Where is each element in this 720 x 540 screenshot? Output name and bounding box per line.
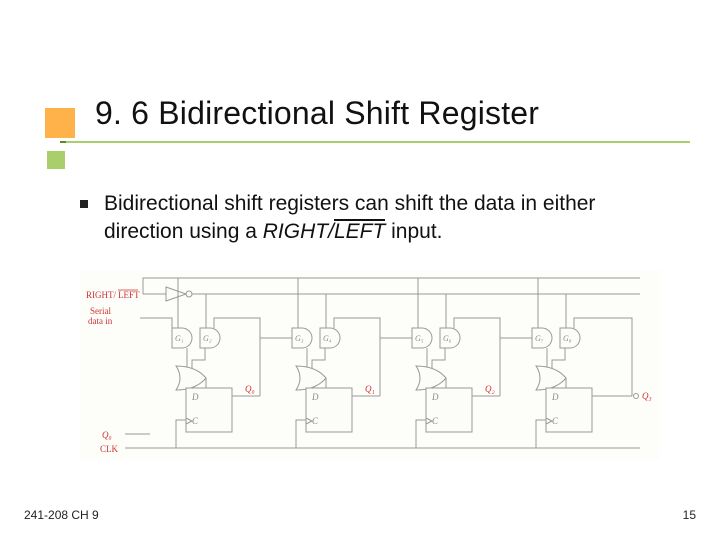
title-area: 9. 6 Bidirectional Shift Register	[45, 95, 680, 132]
ff3-d: D	[431, 392, 439, 402]
signal-right: RIGHT/	[263, 220, 334, 243]
gate-g3: G₃	[295, 334, 304, 343]
gate-g1: G₁	[175, 334, 184, 343]
decor-square-green	[47, 151, 65, 169]
ff4-d: D	[551, 392, 559, 402]
stage-2: G₃ G₄ D C Q₁	[260, 278, 380, 448]
title-underline-accent	[60, 141, 66, 143]
out-q1: Q₁	[365, 384, 375, 394]
gate-g6: G₆	[443, 334, 452, 343]
label-clk: CLK	[100, 444, 119, 454]
title-underline	[60, 141, 690, 143]
circuit-svg: RIGHT/ LEFT Serial data in Q₀ CLK G₁ G₂	[80, 270, 660, 460]
gate-g4: G₄	[323, 334, 332, 343]
ff1-d: D	[191, 392, 199, 402]
stage-4: G₇ G₈ D C Q₃	[500, 278, 652, 448]
decor-square-orange	[45, 108, 75, 138]
bullet-suffix: input.	[385, 220, 442, 243]
bullet-text: Bidirectional shift registers can shift …	[104, 190, 660, 247]
label-left: LEFT	[118, 290, 140, 300]
gate-g8: G₈	[563, 334, 572, 343]
slide-title: 9. 6 Bidirectional Shift Register	[95, 95, 680, 132]
stage-1: G₁ G₂ D C Q₀	[172, 278, 260, 448]
footer-course: 241-208 CH 9	[24, 508, 99, 522]
bullet-item: Bidirectional shift registers can shift …	[80, 190, 660, 247]
gate-g2: G₂	[203, 334, 212, 343]
ff2-d: D	[311, 392, 319, 402]
gate-g5: G₅	[415, 334, 424, 343]
gate-g7: G₇	[535, 334, 544, 343]
bullet-marker	[80, 200, 88, 208]
out-q2: Q₂	[485, 384, 495, 394]
stage-3: G₅ G₆ D C Q₂	[380, 278, 500, 448]
out-q3: Q₃	[642, 391, 652, 401]
circuit-diagram: RIGHT/ LEFT Serial data in Q₀ CLK G₁ G₂	[80, 270, 660, 460]
body-area: Bidirectional shift registers can shift …	[80, 190, 660, 247]
signal-left-overline: LEFT	[334, 220, 385, 243]
label-q0-bottom: Q₀	[102, 430, 112, 440]
out-q0: Q₀	[245, 384, 255, 394]
label-serial-2: data in	[88, 316, 113, 326]
footer-page-number: 15	[683, 508, 696, 522]
label-serial-1: Serial	[90, 306, 111, 316]
label-right: RIGHT/	[86, 290, 116, 300]
